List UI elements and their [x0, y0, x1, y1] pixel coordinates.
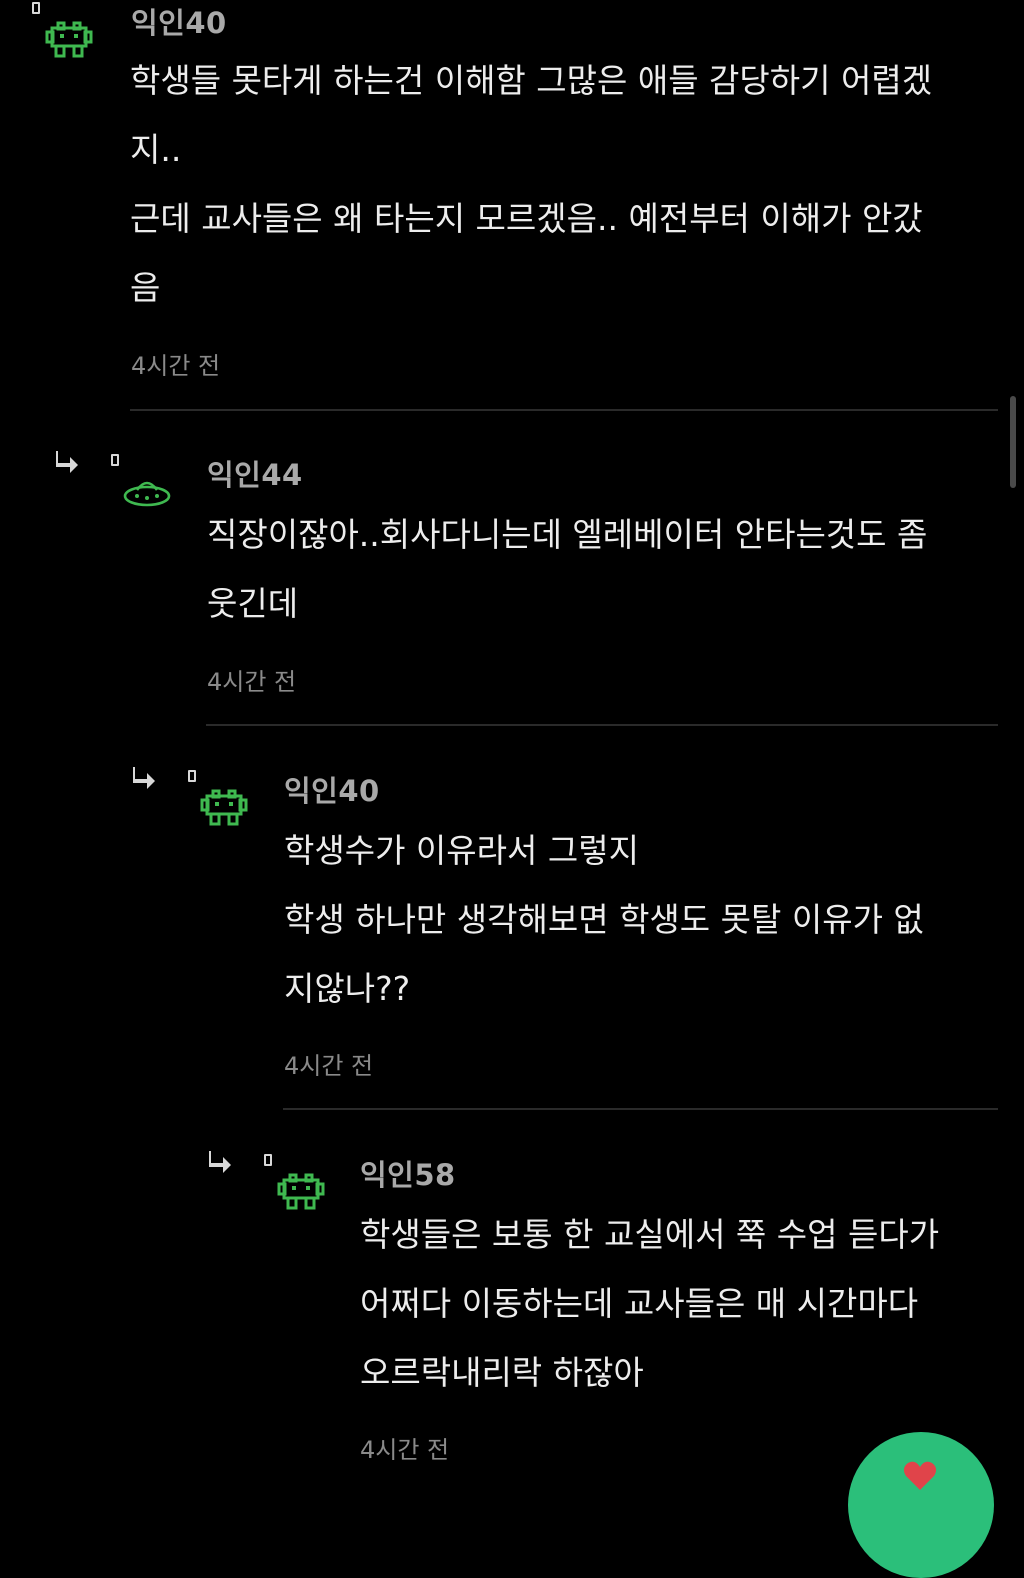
- comment-time: 4시간 전: [360, 1436, 450, 1464]
- comment-author[interactable]: 익인40: [284, 768, 380, 810]
- comment-author[interactable]: 익인44: [207, 452, 303, 494]
- comment-menu-icon[interactable]: [188, 770, 196, 782]
- comment-line: 음: [130, 268, 161, 307]
- comment-body: 직장이잖아..회사다니는데 엘레베이터 안타는것도 좀 웃긴데: [207, 500, 927, 638]
- comment-time: 4시간 전: [131, 352, 221, 380]
- scrollbar-thumb[interactable]: [1010, 396, 1016, 488]
- reply-arrow-icon: [209, 1151, 231, 1173]
- comment-divider: [206, 724, 998, 726]
- heart-icon: [903, 1461, 937, 1490]
- reply-arrow-icon: [56, 451, 78, 473]
- comment-time: 4시간 전: [284, 1052, 374, 1080]
- pixel-invader-icon: [200, 789, 248, 826]
- comment-divider: [130, 409, 998, 411]
- comment-line: 지..: [130, 130, 182, 169]
- floating-action-button[interactable]: [848, 1432, 994, 1578]
- comment-line: 학생수가 이유라서 그렇지: [284, 831, 639, 870]
- comment-menu-icon[interactable]: [264, 1154, 272, 1166]
- comment-divider: [283, 1108, 998, 1110]
- comment-line: 지않나??: [284, 969, 411, 1008]
- comment-body: 학생들은 보통 한 교실에서 쭉 수업 듣다가 어쩌다 이동하는데 교사들은 매…: [360, 1200, 939, 1407]
- comment-line: 직장이잖아..회사다니는데 엘레베이터 안타는것도 좀: [207, 515, 928, 554]
- comment-line: 학생들 못타게 하는건 이해함 그많은 애들 감당하기 어렵겠: [130, 61, 933, 100]
- comment-menu-icon[interactable]: [111, 454, 119, 466]
- comment-line: 오르락내리락 하잖아: [360, 1353, 644, 1392]
- comment-author[interactable]: 익인40: [131, 0, 227, 42]
- comment-time: 4시간 전: [207, 668, 297, 696]
- reply-arrow-icon: [133, 767, 155, 789]
- comment-menu-icon[interactable]: [32, 2, 40, 14]
- comment-line: 어쩌다 이동하는데 교사들은 매 시간마다: [360, 1284, 919, 1323]
- pixel-invader-icon: [45, 21, 93, 58]
- comment-body: 학생수가 이유라서 그렇지 학생 하나만 생각해보면 학생도 못탈 이유가 없 …: [284, 816, 924, 1023]
- comment-line: 웃긴데: [207, 584, 299, 623]
- comment-body: 학생들 못타게 하는건 이해함 그많은 애들 감당하기 어렵겠 지.. 근데 교…: [130, 46, 932, 322]
- comment-line: 학생들은 보통 한 교실에서 쭉 수업 듣다가: [360, 1215, 940, 1254]
- pixel-invader-icon: [277, 1173, 325, 1210]
- ufo-icon: [123, 481, 171, 507]
- comment-line: 학생 하나만 생각해보면 학생도 못탈 이유가 없: [284, 900, 924, 939]
- comment-author[interactable]: 익인58: [360, 1152, 456, 1194]
- comment-line: 근데 교사들은 왜 타는지 모르겠음.. 예전부터 이해가 안갔: [130, 199, 923, 238]
